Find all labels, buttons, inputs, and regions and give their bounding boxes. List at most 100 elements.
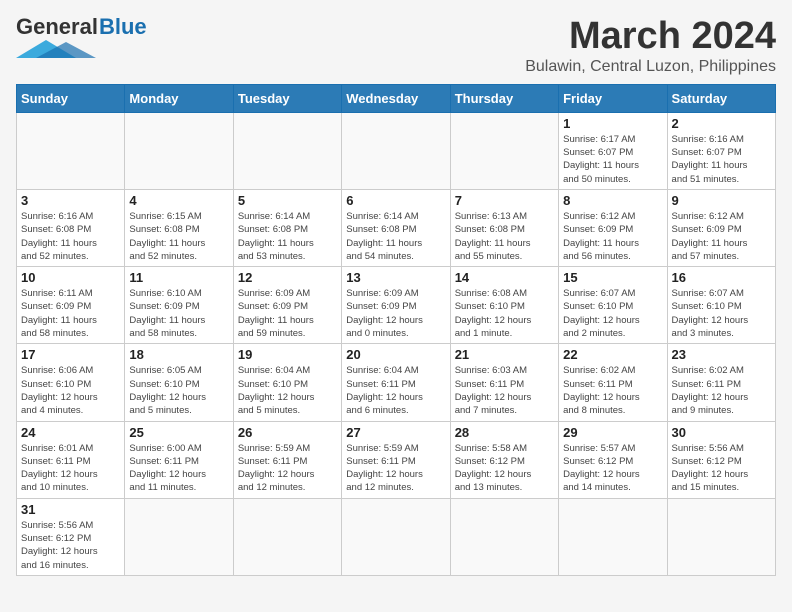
day-info: Sunrise: 6:14 AM Sunset: 6:08 PM Dayligh…: [346, 210, 445, 263]
table-row: [233, 112, 341, 189]
day-number: 3: [21, 193, 120, 208]
table-row: 31 Sunrise: 5:56 AM Sunset: 6:12 PM Dayli…: [17, 498, 125, 575]
calendar-table: Sunday Monday Tuesday Wednesday Thursday…: [16, 84, 776, 576]
table-row: 21 Sunrise: 6:03 AM Sunset: 6:11 PM Dayli…: [450, 344, 558, 421]
table-row: 10Sunrise: 6:11 AM Sunset: 6:09 PM Dayli…: [17, 267, 125, 344]
page-header: General Blue March 2024 Bulawin, Central…: [16, 16, 776, 76]
day-info: Sunrise: 6:05 AM Sunset: 6:10 PM Dayligh…: [129, 364, 228, 417]
day-info: Sunrise: 6:13 AM Sunset: 6:08 PM Dayligh…: [455, 210, 554, 263]
day-info: Sunrise: 6:04 AM Sunset: 6:10 PM Dayligh…: [238, 364, 337, 417]
table-row: 25Sunrise: 6:00 AM Sunset: 6:11 PM Dayli…: [125, 421, 233, 498]
day-number: 31: [21, 502, 120, 517]
calendar-week-row: 3 Sunrise: 6:16 AM Sunset: 6:08 PM Daylig…: [17, 189, 776, 266]
day-number: 4: [129, 193, 228, 208]
day-number: 13: [346, 270, 445, 285]
day-info: Sunrise: 6:16 AM Sunset: 6:07 PM Dayligh…: [672, 133, 771, 186]
day-number: 9: [672, 193, 771, 208]
day-info: Sunrise: 5:59 AM Sunset: 6:11 PM Dayligh…: [238, 442, 337, 495]
day-number: 29: [563, 425, 662, 440]
day-number: 30: [672, 425, 771, 440]
day-number: 27: [346, 425, 445, 440]
day-info: Sunrise: 6:11 AM Sunset: 6:09 PM Dayligh…: [21, 287, 120, 340]
day-info: Sunrise: 6:03 AM Sunset: 6:11 PM Dayligh…: [455, 364, 554, 417]
table-row: 30 Sunrise: 5:56 AM Sunset: 6:12 PM Dayli…: [667, 421, 775, 498]
table-row: 12Sunrise: 6:09 AM Sunset: 6:09 PM Dayli…: [233, 267, 341, 344]
table-row: 4Sunrise: 6:15 AM Sunset: 6:08 PM Daylig…: [125, 189, 233, 266]
table-row: 5 Sunrise: 6:14 AM Sunset: 6:08 PM Daylig…: [233, 189, 341, 266]
calendar-week-row: 1Sunrise: 6:17 AM Sunset: 6:07 PM Daylig…: [17, 112, 776, 189]
page-title: March 2024: [525, 16, 776, 58]
day-number: 8: [563, 193, 662, 208]
table-row: 22 Sunrise: 6:02 AM Sunset: 6:11 PM Dayli…: [559, 344, 667, 421]
day-number: 16: [672, 270, 771, 285]
day-info: Sunrise: 6:16 AM Sunset: 6:08 PM Dayligh…: [21, 210, 120, 263]
day-number: 5: [238, 193, 337, 208]
table-row: [559, 498, 667, 575]
table-row: [342, 112, 450, 189]
day-info: Sunrise: 6:14 AM Sunset: 6:08 PM Dayligh…: [238, 210, 337, 263]
day-number: 12: [238, 270, 337, 285]
day-info: Sunrise: 5:57 AM Sunset: 6:12 PM Dayligh…: [563, 442, 662, 495]
header-tuesday: Tuesday: [233, 84, 341, 112]
day-info: Sunrise: 6:09 AM Sunset: 6:09 PM Dayligh…: [346, 287, 445, 340]
table-row: 29 Sunrise: 5:57 AM Sunset: 6:12 PM Dayli…: [559, 421, 667, 498]
header-monday: Monday: [125, 84, 233, 112]
table-row: 28Sunrise: 5:58 AM Sunset: 6:12 PM Dayli…: [450, 421, 558, 498]
table-row: 9 Sunrise: 6:12 AM Sunset: 6:09 PM Daylig…: [667, 189, 775, 266]
table-row: [450, 112, 558, 189]
calendar-week-row: 24Sunrise: 6:01 AM Sunset: 6:11 PM Dayli…: [17, 421, 776, 498]
day-info: Sunrise: 6:02 AM Sunset: 6:11 PM Dayligh…: [672, 364, 771, 417]
day-number: 14: [455, 270, 554, 285]
title-area: March 2024 Bulawin, Central Luzon, Phili…: [525, 16, 776, 76]
table-row: 15Sunrise: 6:07 AM Sunset: 6:10 PM Dayli…: [559, 267, 667, 344]
day-number: 22: [563, 347, 662, 362]
table-row: [450, 498, 558, 575]
day-number: 24: [21, 425, 120, 440]
calendar-week-row: 17Sunrise: 6:06 AM Sunset: 6:10 PM Dayli…: [17, 344, 776, 421]
table-row: 2 Sunrise: 6:16 AM Sunset: 6:07 PM Daylig…: [667, 112, 775, 189]
calendar-week-row: 31 Sunrise: 5:56 AM Sunset: 6:12 PM Dayli…: [17, 498, 776, 575]
day-info: Sunrise: 6:12 AM Sunset: 6:09 PM Dayligh…: [672, 210, 771, 263]
header-saturday: Saturday: [667, 84, 775, 112]
table-row: [233, 498, 341, 575]
day-number: 28: [455, 425, 554, 440]
page-subtitle: Bulawin, Central Luzon, Philippines: [525, 58, 776, 76]
day-number: 20: [346, 347, 445, 362]
day-info: Sunrise: 6:10 AM Sunset: 6:09 PM Dayligh…: [129, 287, 228, 340]
table-row: [125, 498, 233, 575]
day-info: Sunrise: 6:07 AM Sunset: 6:10 PM Dayligh…: [672, 287, 771, 340]
table-row: 11Sunrise: 6:10 AM Sunset: 6:09 PM Dayli…: [125, 267, 233, 344]
header-wednesday: Wednesday: [342, 84, 450, 112]
table-row: 26 Sunrise: 5:59 AM Sunset: 6:11 PM Dayli…: [233, 421, 341, 498]
calendar-week-row: 10Sunrise: 6:11 AM Sunset: 6:09 PM Dayli…: [17, 267, 776, 344]
day-number: 21: [455, 347, 554, 362]
day-number: 26: [238, 425, 337, 440]
table-row: 23Sunrise: 6:02 AM Sunset: 6:11 PM Dayli…: [667, 344, 775, 421]
table-row: 16 Sunrise: 6:07 AM Sunset: 6:10 PM Dayli…: [667, 267, 775, 344]
logo-text-general: General: [16, 16, 98, 38]
calendar-header-row: Sunday Monday Tuesday Wednesday Thursday…: [17, 84, 776, 112]
header-sunday: Sunday: [17, 84, 125, 112]
day-info: Sunrise: 5:59 AM Sunset: 6:11 PM Dayligh…: [346, 442, 445, 495]
day-info: Sunrise: 5:56 AM Sunset: 6:12 PM Dayligh…: [672, 442, 771, 495]
day-info: Sunrise: 6:02 AM Sunset: 6:11 PM Dayligh…: [563, 364, 662, 417]
day-number: 25: [129, 425, 228, 440]
day-number: 7: [455, 193, 554, 208]
table-row: 24Sunrise: 6:01 AM Sunset: 6:11 PM Dayli…: [17, 421, 125, 498]
day-info: Sunrise: 5:56 AM Sunset: 6:12 PM Dayligh…: [21, 519, 120, 572]
table-row: 17Sunrise: 6:06 AM Sunset: 6:10 PM Dayli…: [17, 344, 125, 421]
table-row: [667, 498, 775, 575]
table-row: 6 Sunrise: 6:14 AM Sunset: 6:08 PM Daylig…: [342, 189, 450, 266]
day-number: 2: [672, 116, 771, 131]
table-row: [342, 498, 450, 575]
table-row: 18Sunrise: 6:05 AM Sunset: 6:10 PM Dayli…: [125, 344, 233, 421]
table-row: [17, 112, 125, 189]
header-thursday: Thursday: [450, 84, 558, 112]
day-info: Sunrise: 6:12 AM Sunset: 6:09 PM Dayligh…: [563, 210, 662, 263]
day-number: 6: [346, 193, 445, 208]
logo: General Blue: [16, 16, 147, 58]
table-row: 20Sunrise: 6:04 AM Sunset: 6:11 PM Dayli…: [342, 344, 450, 421]
header-friday: Friday: [559, 84, 667, 112]
table-row: 1Sunrise: 6:17 AM Sunset: 6:07 PM Daylig…: [559, 112, 667, 189]
day-info: Sunrise: 6:08 AM Sunset: 6:10 PM Dayligh…: [455, 287, 554, 340]
